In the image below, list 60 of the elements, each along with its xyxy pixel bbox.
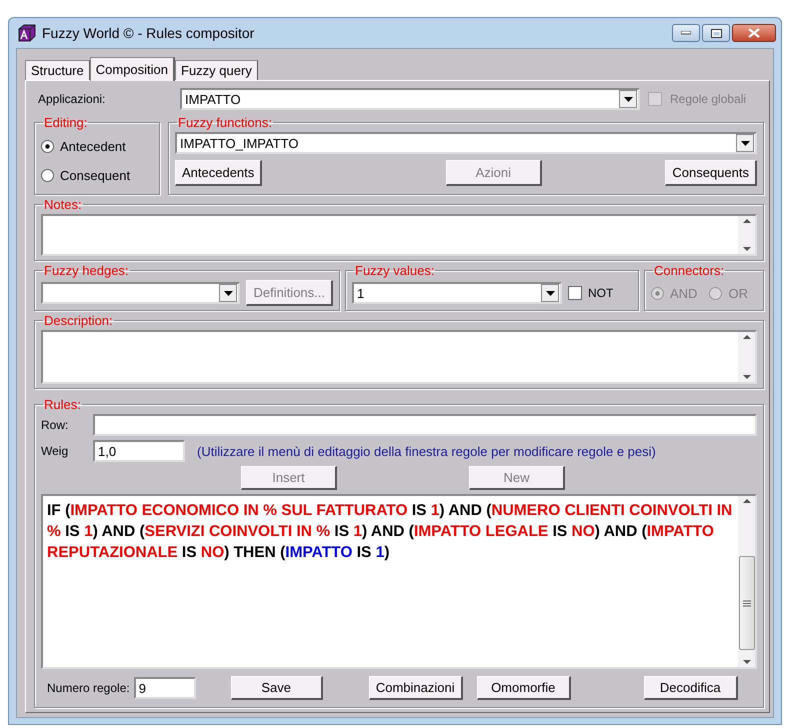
scroll-down-icon	[742, 375, 750, 379]
group-title: Description:	[43, 313, 114, 328]
tab[interactable]: Composition	[90, 57, 176, 81]
row-field[interactable]	[93, 414, 757, 436]
scrollbar[interactable]	[738, 216, 755, 254]
scroll-up-icon	[742, 219, 750, 223]
scroll-down-icon	[742, 247, 750, 251]
group-title: Connectors:	[653, 263, 726, 278]
group-title: Fuzzy hedges:	[43, 263, 130, 278]
dropdown-arrow-icon	[546, 290, 554, 296]
group-title: Rules:	[43, 397, 82, 412]
notes-field[interactable]	[41, 214, 757, 256]
grip-icon	[742, 600, 750, 606]
group-title: Editing:	[43, 115, 88, 130]
dropdown-arrow-icon	[624, 96, 632, 102]
button[interactable]: Combinazioni	[368, 676, 463, 700]
button[interactable]: Antecedents	[175, 160, 262, 186]
scrollbar[interactable]	[738, 496, 755, 667]
tab[interactable]: Structure	[25, 60, 90, 80]
close-icon	[748, 28, 760, 38]
scroll-up-icon	[742, 335, 750, 339]
radio-button[interactable]: Consequent	[41, 168, 153, 183]
dropdown-field[interactable]: 1	[352, 282, 562, 304]
dropdown-field[interactable]: IMPATTO_IMPATTO	[175, 132, 757, 154]
weight-field[interactable]: 1,0	[93, 440, 185, 462]
tab[interactable]: Fuzzy query	[175, 60, 258, 80]
button[interactable]: Omomorfie	[476, 676, 571, 700]
close-button[interactable]	[732, 24, 776, 42]
dropdown-arrow-icon	[224, 290, 233, 296]
scroll-down-icon	[742, 660, 750, 664]
minimize-button[interactable]	[672, 24, 700, 42]
dropdown-arrow-icon	[740, 140, 750, 146]
dropdown-field[interactable]: IMPATTO	[180, 88, 640, 110]
group-title: Fuzzy values:	[354, 263, 436, 278]
window-title: Fuzzy World © - Rules compositor	[42, 25, 256, 41]
button[interactable]: Save	[230, 676, 323, 700]
field-label: Weig	[41, 444, 70, 458]
app-icon	[18, 24, 36, 42]
checkbox-label: NOT	[588, 286, 614, 300]
rules-field[interactable]	[41, 494, 757, 669]
dropdown-field[interactable]	[41, 282, 240, 304]
rule-text: IF (IMPATTO ECONOMICO IN % SUL FATTURATO IS 1) AND (NUMERO CLIENTI COINVOLTI IN % IS 1) AND (SERVIZI COINVOLTI IN % IS 1) AND (IMPATTO LEGALE IS NO) AND (IMPATTO REPUTAZIONALE IS NO) THEN (IMPATTO IS 1)	[46, 501, 734, 563]
button[interactable]: Consequents	[665, 160, 757, 186]
description-field[interactable]	[41, 330, 757, 384]
scroll-up-icon	[742, 499, 750, 503]
field-label: Numero regole:	[47, 681, 130, 695]
minimize-icon	[681, 31, 691, 35]
button[interactable]: Decodifica	[644, 676, 738, 700]
field-label: Applicazioni:	[38, 92, 106, 106]
maximize-button[interactable]	[702, 24, 730, 42]
field-label: Row:	[41, 418, 70, 432]
maximize-icon	[710, 28, 722, 38]
count-field[interactable]: 9	[134, 677, 196, 699]
hint-text: (Utilizzare il menù di editaggio della finestra regole per modificare regole e pesi)	[197, 444, 656, 458]
checkbox[interactable]	[568, 286, 582, 300]
radio-button[interactable]: Antecedent	[41, 139, 153, 154]
checkbox-label: Regole globali	[670, 92, 746, 106]
group-title: Notes:	[43, 197, 83, 212]
scrollbar[interactable]	[738, 332, 755, 382]
group-title: Fuzzy functions:	[177, 115, 273, 130]
